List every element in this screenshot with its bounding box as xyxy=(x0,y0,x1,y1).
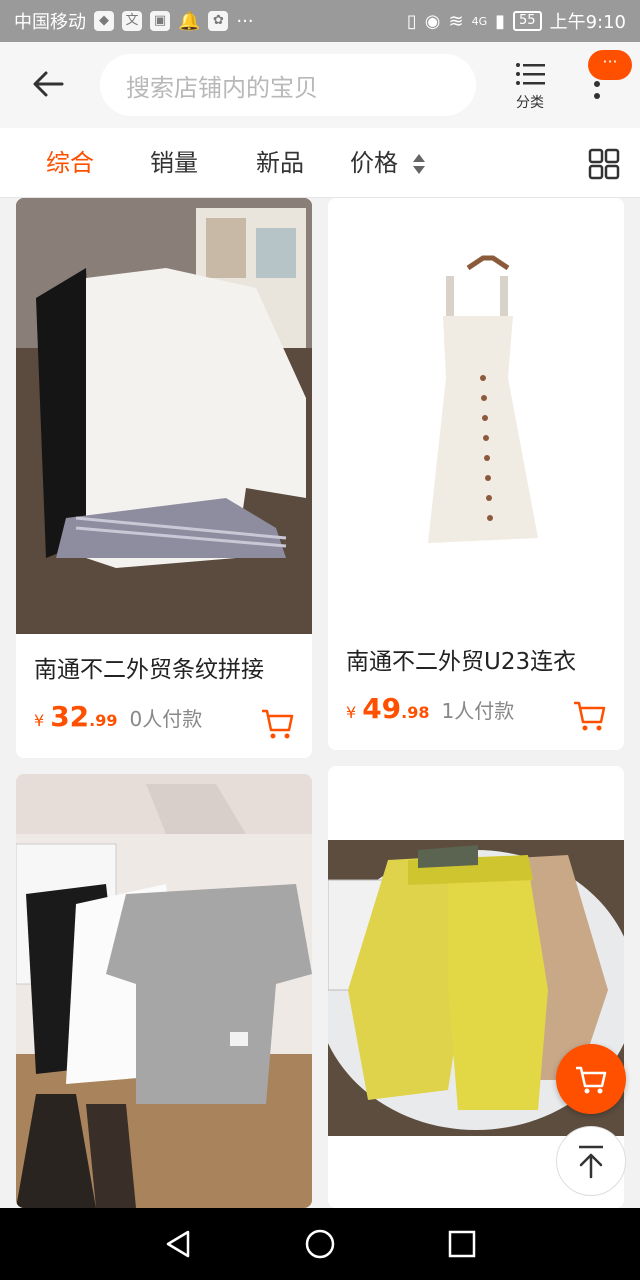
wifi-icon: ≋ xyxy=(448,10,464,32)
sort-arrows-icon xyxy=(412,154,425,174)
nav-recents-icon[interactable] xyxy=(446,1228,478,1260)
product-title: 南通不二外贸条纹拼接 xyxy=(34,657,264,683)
currency-symbol: ¥ xyxy=(346,703,357,722)
shop-header: 搜索店铺内的宝贝 分类 ··· xyxy=(0,42,640,128)
product-image xyxy=(328,198,624,618)
nav-back-icon[interactable] xyxy=(162,1228,194,1260)
video-app-icon: ▣ xyxy=(150,11,170,31)
signal-icon: ▮ xyxy=(495,10,506,32)
category-label: 分类 xyxy=(516,95,544,111)
product-image xyxy=(16,774,312,1208)
price-integer: 49 xyxy=(362,692,402,725)
category-button[interactable]: 分类 xyxy=(508,62,552,114)
list-icon xyxy=(516,63,545,85)
eye-comfort-icon: ◉ xyxy=(424,10,441,32)
arrow-up-icon xyxy=(579,1145,603,1179)
product-card[interactable]: 南通不二外贸条纹拼接 ¥ 32 .99 0人付款 xyxy=(16,198,312,758)
battery-icon: 55 xyxy=(513,11,542,31)
nav-home-icon[interactable] xyxy=(304,1228,336,1260)
cart-icon xyxy=(576,1066,607,1094)
network-type-label: 4G xyxy=(471,14,488,28)
product-card[interactable] xyxy=(16,774,312,1208)
tab-new[interactable]: 新品 xyxy=(256,128,304,198)
product-card[interactable]: 南通不二外贸U23连衣 ¥ 49 .98 1人付款 xyxy=(328,198,624,750)
notification-bell-icon: 🔔 xyxy=(178,10,201,32)
price-integer: 32 xyxy=(50,700,90,733)
more-notifications-icon: ··· xyxy=(236,10,254,32)
add-to-cart-icon[interactable] xyxy=(260,706,294,740)
floating-cart-button[interactable] xyxy=(556,1044,626,1114)
product-title: 南通不二外贸U23连衣 xyxy=(346,649,577,675)
price-row: ¥ 49 .98 1人付款 xyxy=(346,692,514,725)
translate-app-icon: 文 xyxy=(122,11,142,31)
search-placeholder: 搜索店铺内的宝贝 xyxy=(126,73,318,102)
status-bar: 中国移动 ◆ 文 ▣ 🔔 ✿ ··· ▯ ◉ ≋ 4G ▮ 55 上午9:10 xyxy=(0,0,640,42)
price-decimal: .99 xyxy=(89,711,118,730)
paw-app-icon: ✿ xyxy=(208,11,229,31)
tab-comprehensive[interactable]: 综合 xyxy=(46,128,94,198)
search-input[interactable]: 搜索店铺内的宝贝 xyxy=(100,54,476,116)
back-to-top-button[interactable] xyxy=(556,1126,626,1196)
product-image xyxy=(16,198,312,634)
sort-bar: 综合 销量 新品 价格 xyxy=(0,128,640,198)
paid-count: 1人付款 xyxy=(441,699,515,723)
clock-label: 上午9:10 xyxy=(549,12,626,33)
shield-app-icon: ◆ xyxy=(94,11,114,31)
tab-sales[interactable]: 销量 xyxy=(150,128,198,198)
back-arrow-icon[interactable] xyxy=(28,64,68,104)
grid-layout-icon[interactable] xyxy=(588,148,620,180)
carrier-label: 中国移动 xyxy=(14,12,86,33)
currency-symbol: ¥ xyxy=(34,711,45,730)
vibrate-icon: ▯ xyxy=(406,10,417,32)
paid-count: 0人付款 xyxy=(129,707,203,731)
tab-price[interactable]: 价格 xyxy=(350,128,426,198)
add-to-cart-icon[interactable] xyxy=(572,698,606,732)
tab-price-label: 价格 xyxy=(350,149,398,177)
system-navigation-bar xyxy=(0,1208,640,1280)
price-decimal: .98 xyxy=(401,703,430,722)
message-badge[interactable]: ··· xyxy=(588,50,632,80)
price-row: ¥ 32 .99 0人付款 xyxy=(34,700,202,733)
